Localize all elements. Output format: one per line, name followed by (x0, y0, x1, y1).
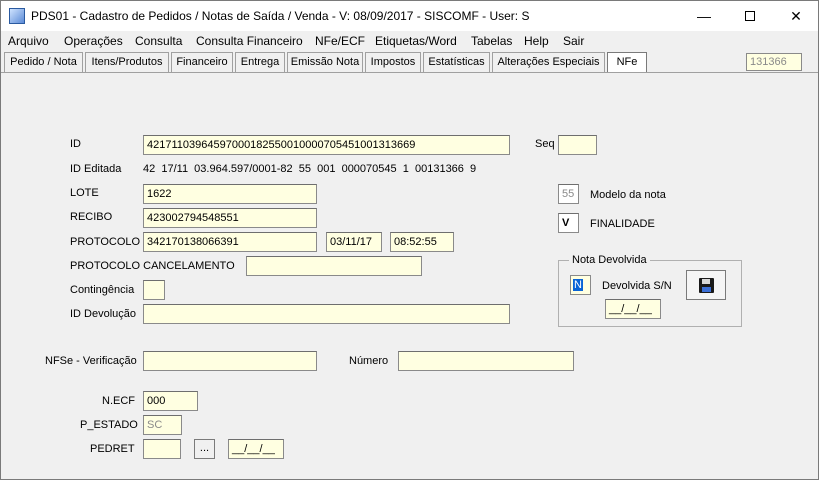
recibo-field[interactable]: 423002794548551 (143, 208, 317, 228)
save-devolvida-button[interactable] (686, 270, 726, 300)
finalidade-label: FINALIDADE (590, 218, 655, 230)
pestado-field[interactable]: SC (143, 415, 182, 435)
necf-label: N.ECF (102, 395, 135, 407)
lote-label: LOTE (70, 187, 99, 199)
contingencia-label: Contingência (70, 284, 135, 296)
pedret-date-field[interactable]: __/__/__ (228, 439, 284, 459)
tab-entrega[interactable]: Entrega (235, 52, 285, 72)
contingencia-field[interactable] (143, 280, 165, 300)
app-icon (9, 8, 25, 24)
devolvida-flag-field[interactable]: N (570, 275, 591, 295)
maximize-button[interactable] (727, 1, 773, 31)
devolvida-flag-value: N (573, 279, 583, 291)
pedret-field[interactable] (143, 439, 181, 459)
id-editada-label: ID Editada (70, 163, 122, 175)
protocolo-time-field[interactable]: 08:52:55 (390, 232, 454, 252)
menu-arquivo[interactable]: Arquivo (8, 34, 49, 48)
tab-nfe[interactable]: NFe (607, 52, 647, 73)
numero-field[interactable] (398, 351, 574, 371)
tab-estatisticas[interactable]: Estatísticas (423, 52, 490, 72)
menu-consulta[interactable]: Consulta (135, 34, 182, 48)
menu-sair[interactable]: Sair (563, 34, 584, 48)
menu-tabelas[interactable]: Tabelas (471, 34, 512, 48)
protocolo-field[interactable]: 342170138066391 (143, 232, 317, 252)
tab-emissao-nota[interactable]: Emissão Nota (287, 52, 363, 72)
close-button[interactable]: ✕ (773, 1, 819, 31)
modelo-field[interactable]: 55 (558, 184, 579, 204)
numero-label: Número (349, 355, 389, 367)
protocolo-label: PROTOCOLO (70, 236, 141, 248)
id-field[interactable]: 4217110396459700018255001000070545100131… (143, 135, 510, 155)
tab-impostos[interactable]: Impostos (365, 52, 421, 72)
devolvida-date-field[interactable]: __/__/__ (605, 299, 661, 319)
pestado-label: P_ESTADO (80, 419, 138, 431)
id-editada-value: 42 17/11 03.964.597/0001-82 55 001 00007… (143, 163, 477, 175)
minimize-button[interactable]: — (681, 1, 727, 31)
modelo-label: Modelo da nota (590, 189, 666, 201)
nfse-field[interactable] (143, 351, 317, 371)
id-devolucao-field[interactable] (143, 304, 510, 324)
tab-pedido-nota[interactable]: Pedido / Nota (4, 52, 83, 72)
floppy-disk-icon (699, 278, 714, 293)
tab-financeiro[interactable]: Financeiro (171, 52, 233, 72)
menu-nfe-ecf[interactable]: NFe/ECF (315, 34, 365, 48)
menu-bar: Arquivo Operações Consulta Consulta Fina… (1, 32, 818, 51)
pedret-label: PEDRET (90, 443, 135, 455)
lote-field[interactable]: 1622 (143, 184, 317, 204)
protocolo-cancelamento-field[interactable] (246, 256, 422, 276)
pedret-browse-button[interactable]: ... (194, 439, 215, 459)
menu-help[interactable]: Help (524, 34, 549, 48)
title-bar: PDS01 - Cadastro de Pedidos / Notas de S… (1, 1, 818, 31)
tab-divider (1, 72, 818, 73)
menu-etiquetas-word[interactable]: Etiquetas/Word (375, 34, 457, 48)
nfse-label: NFSe - Verificação (45, 355, 137, 367)
finalidade-field[interactable]: V (558, 213, 579, 233)
id-devolucao-label: ID Devolução (70, 308, 137, 320)
menu-consulta-financeiro[interactable]: Consulta Financeiro (196, 34, 303, 48)
protocolo-cancelamento-label: PROTOCOLO CANCELAMENTO (70, 260, 235, 272)
record-counter: 131366 (746, 53, 802, 71)
devolvida-label: Devolvida S/N (602, 280, 672, 292)
seq-label: Seq (535, 138, 555, 150)
main-window: PDS01 - Cadastro de Pedidos / Notas de S… (0, 0, 819, 480)
menu-operacoes[interactable]: Operações (64, 34, 123, 48)
seq-field[interactable] (558, 135, 597, 155)
window-title: PDS01 - Cadastro de Pedidos / Notas de S… (31, 9, 530, 23)
nota-devolvida-title: Nota Devolvida (569, 254, 650, 266)
tab-itens-produtos[interactable]: Itens/Produtos (85, 52, 169, 72)
protocolo-date-field[interactable]: 03/11/17 (326, 232, 382, 252)
tab-alteracoes-especiais[interactable]: Alterações Especiais (492, 52, 605, 72)
necf-field[interactable]: 000 (143, 391, 198, 411)
recibo-label: RECIBO (70, 211, 113, 223)
id-label: ID (70, 138, 81, 150)
maximize-icon (745, 11, 755, 21)
